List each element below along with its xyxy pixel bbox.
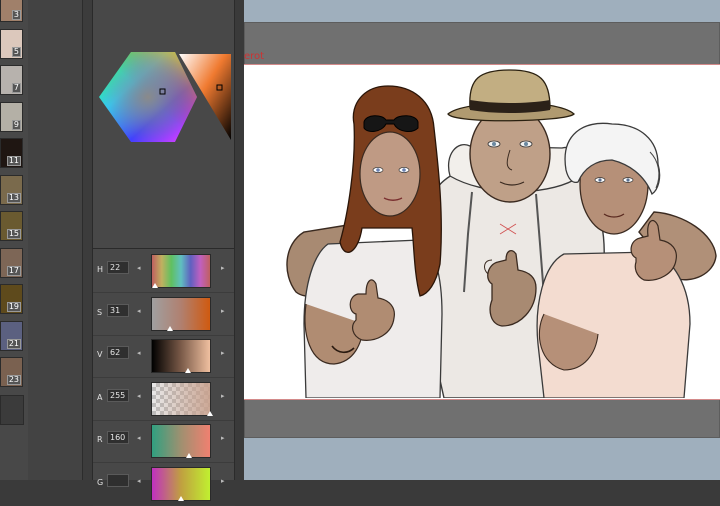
- swatch-number: 13: [6, 192, 21, 203]
- color-swatch[interactable]: 3: [0, 0, 23, 22]
- slider-thumb[interactable]: [185, 453, 192, 458]
- slider-track[interactable]: [151, 424, 211, 458]
- increment-arrow-icon[interactable]: ▸: [221, 434, 225, 442]
- slider-thumb[interactable]: [152, 283, 159, 288]
- swatch-number: 3: [11, 10, 21, 20]
- decrement-arrow-icon[interactable]: ◂: [137, 477, 141, 485]
- color-swatch[interactable]: 19: [0, 284, 23, 314]
- slider-row-h: H 22 ◂ ▸: [93, 250, 235, 293]
- color-swatch[interactable]: 7: [0, 65, 23, 95]
- swatch-number: 21: [6, 338, 21, 349]
- slider-value-input[interactable]: [107, 473, 129, 487]
- color-swatch[interactable]: 23: [0, 357, 23, 387]
- color-swatch-panel: 3 5 7 9 11 13 15 17 19 21 23: [0, 0, 28, 480]
- slider-label: V: [97, 350, 103, 359]
- swatch-number: 23: [6, 375, 21, 385]
- swatch-number: 7: [11, 83, 21, 93]
- slider-track[interactable]: [151, 381, 213, 416]
- swatch-number: 5: [11, 46, 21, 57]
- slider-thumb[interactable]: [184, 368, 191, 373]
- decrement-arrow-icon[interactable]: ◂: [137, 392, 141, 400]
- decrement-arrow-icon[interactable]: ◂: [137, 434, 141, 442]
- color-swatch[interactable]: 21: [0, 320, 23, 351]
- slider-track[interactable]: [151, 296, 211, 331]
- swatch-number: 15: [6, 229, 21, 239]
- slider-value-input[interactable]: 62: [107, 346, 129, 359]
- canvas-title: erot: [244, 51, 265, 62]
- color-swatch[interactable]: 15: [0, 211, 23, 241]
- slider-label: R: [97, 435, 103, 444]
- color-swatch[interactable]: 13: [0, 174, 23, 205]
- color-swatch[interactable]: 11: [0, 138, 23, 168]
- swatch-number: 9: [11, 119, 21, 130]
- increment-arrow-icon[interactable]: ▸: [221, 349, 225, 357]
- slider-row-s: S 31 ◂ ▸: [93, 293, 235, 336]
- slider-label: H: [97, 265, 104, 274]
- slider-row-r: R 160 ◂ ▸: [93, 420, 235, 463]
- slider-row-g: G ◂ ▸: [93, 463, 235, 506]
- slider-value-input[interactable]: 22: [107, 261, 129, 274]
- increment-arrow-icon[interactable]: ▸: [221, 264, 225, 272]
- decrement-arrow-icon[interactable]: ◂: [137, 307, 141, 315]
- color-panel: H 22 ◂ ▸ S 31 ◂ ▸ V 62 ◂ ▸ A 255 ◂ ▸ R 160 ◂ ▸ G ◂ ▸: [92, 0, 235, 506]
- empty-swatch[interactable]: [0, 395, 24, 425]
- swatch-number: 17: [6, 265, 21, 276]
- slider-thumb[interactable]: [166, 325, 173, 331]
- swatch-number: 19: [6, 302, 21, 312]
- slider-value-input[interactable]: 31: [107, 303, 129, 317]
- canvas-area[interactable]: erot: [244, 0, 720, 480]
- slider-label: S: [97, 307, 103, 317]
- slider-row-v: V 62 ◂ ▸: [93, 335, 235, 378]
- slider-value-input[interactable]: 160: [107, 431, 129, 444]
- slider-track[interactable]: [151, 466, 211, 501]
- artwork-illustration: [286, 69, 717, 398]
- increment-arrow-icon[interactable]: ▸: [221, 307, 225, 315]
- slider-row-a: A 255 ◂ ▸: [93, 378, 235, 421]
- color-swatch[interactable]: 5: [0, 28, 23, 59]
- girl-face: [359, 131, 421, 217]
- color-swatch[interactable]: 9: [0, 101, 23, 132]
- slider-thumb[interactable]: [207, 410, 213, 416]
- increment-arrow-icon[interactable]: ▸: [221, 392, 225, 400]
- increment-arrow-icon[interactable]: ▸: [221, 477, 225, 485]
- slider-label: A: [97, 392, 103, 402]
- slider-track[interactable]: [151, 339, 211, 373]
- decrement-arrow-icon[interactable]: ◂: [137, 349, 141, 357]
- slider-track[interactable]: [151, 254, 211, 288]
- tool-options-panel: [28, 0, 82, 480]
- color-swatch[interactable]: 17: [0, 247, 23, 278]
- decrement-arrow-icon[interactable]: ◂: [137, 264, 141, 272]
- color-picker-svg: [99, 52, 231, 142]
- slider-thumb[interactable]: [178, 495, 184, 501]
- slider-value-input[interactable]: 255: [107, 388, 129, 402]
- slider-label: G: [97, 477, 104, 487]
- color-picker-area: [93, 0, 235, 249]
- swatch-number: 11: [6, 156, 21, 166]
